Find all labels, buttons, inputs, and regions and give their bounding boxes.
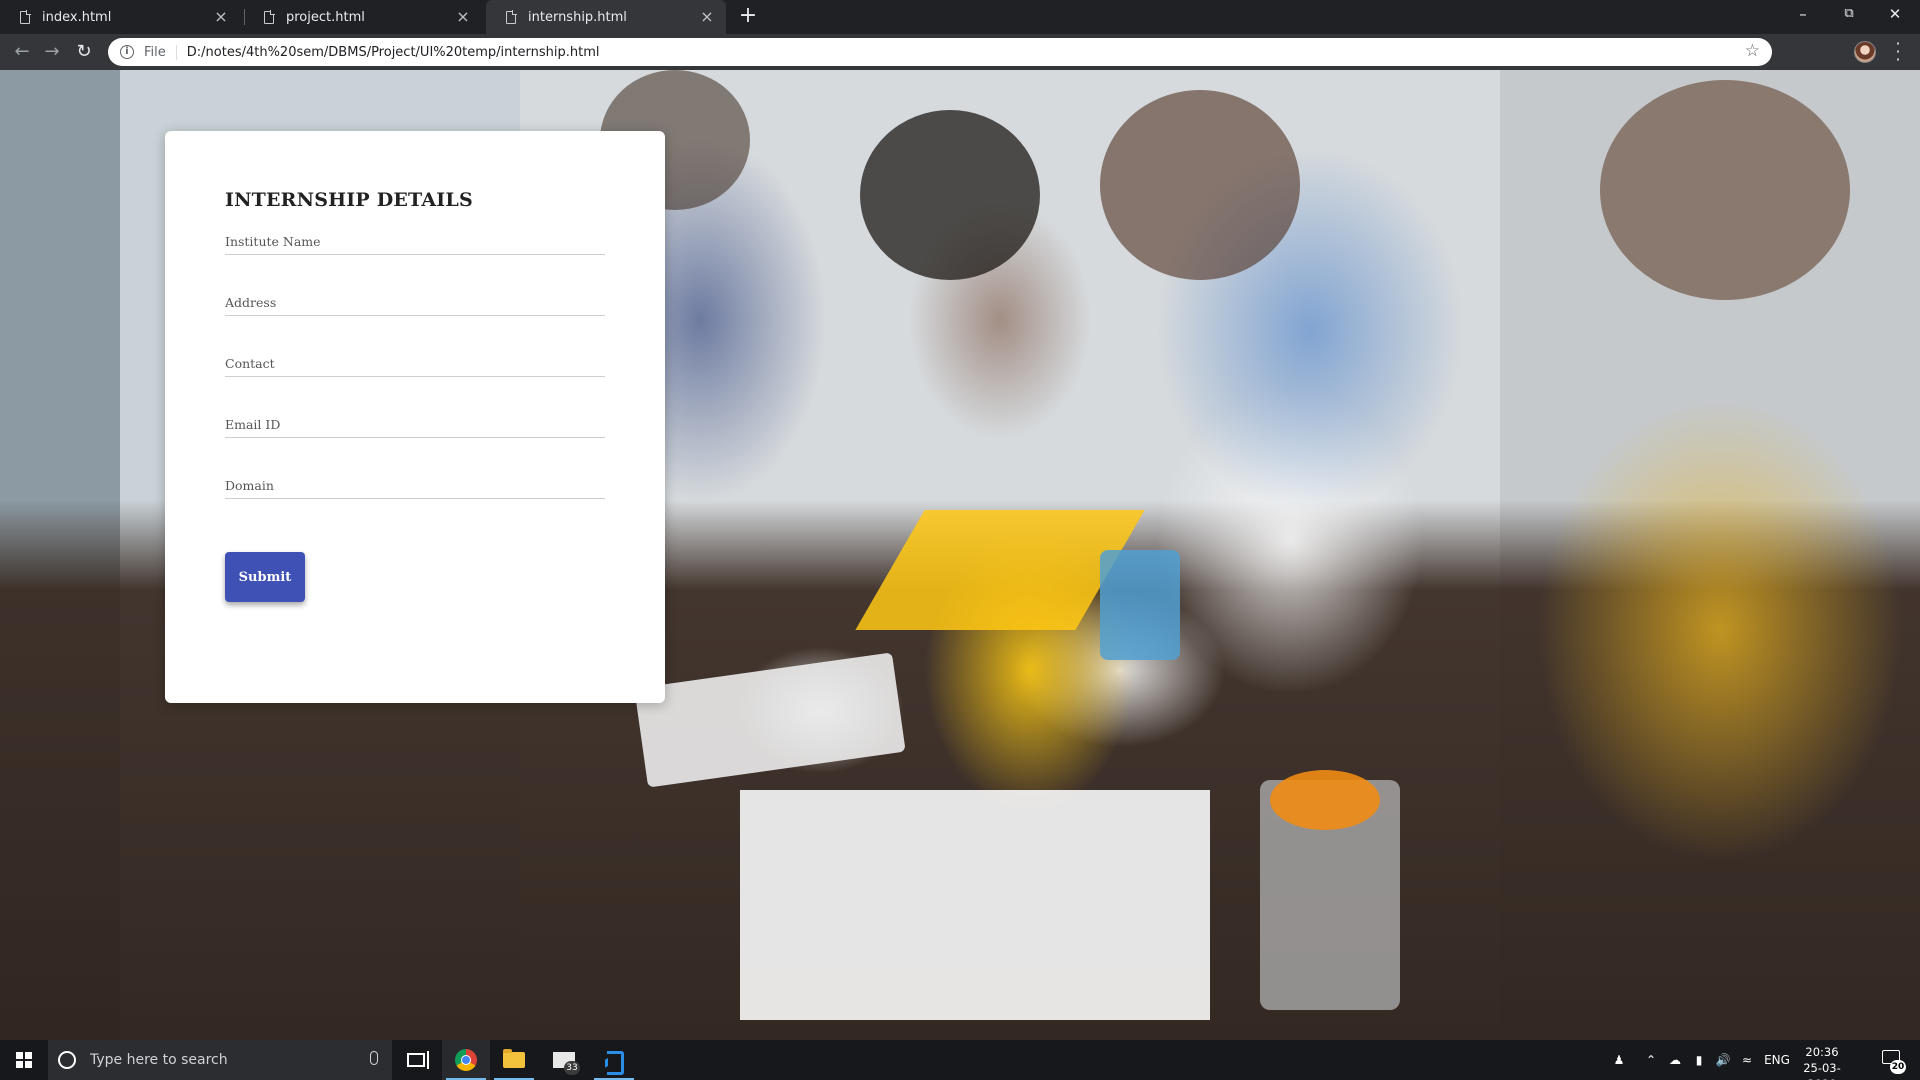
form-title: INTERNSHIP DETAILS xyxy=(225,189,473,211)
document-icon xyxy=(506,9,517,24)
internship-form-card: INTERNSHIP DETAILS Submit xyxy=(165,131,665,703)
clock-time: 20:36 xyxy=(1805,1045,1839,1059)
submit-button[interactable]: Submit xyxy=(225,552,305,602)
taskbar-vscode[interactable] xyxy=(590,1040,638,1080)
cortana-icon xyxy=(58,1051,76,1069)
page-viewport: INTERNSHIP DETAILS Submit xyxy=(0,70,1920,1040)
domain-input[interactable] xyxy=(225,469,605,498)
bookmark-star-icon[interactable]: ☆ xyxy=(1745,41,1760,61)
contact-input[interactable] xyxy=(225,347,605,376)
clock-date: 25-03-2019 xyxy=(1803,1061,1841,1080)
task-view-button[interactable] xyxy=(392,1040,440,1080)
address-scheme: File xyxy=(144,44,177,60)
wifi-icon[interactable]: ≈ xyxy=(1736,1040,1758,1080)
minimize-button[interactable]: – xyxy=(1780,0,1826,30)
institute-name-field[interactable] xyxy=(225,225,605,255)
microphone-icon[interactable] xyxy=(370,1051,378,1065)
restore-button[interactable]: ⧉ xyxy=(1826,0,1872,30)
taskbar-file-explorer[interactable] xyxy=(490,1040,538,1080)
taskbar-chrome[interactable] xyxy=(442,1040,490,1080)
background-photo xyxy=(740,790,1210,1020)
volume-icon[interactable]: 🔊 xyxy=(1712,1040,1734,1080)
background-photo xyxy=(1270,770,1380,830)
close-tab-icon[interactable]: × xyxy=(454,8,472,26)
background-photo xyxy=(860,110,1040,280)
taskbar-search[interactable]: Type here to search xyxy=(48,1040,392,1080)
background-photo xyxy=(1100,90,1300,280)
reload-icon[interactable]: ↻ xyxy=(72,40,96,64)
start-button[interactable] xyxy=(0,1040,48,1080)
browser-toolbar: ← → ↻ i File D:/notes/4th%20sem/DBMS/Pro… xyxy=(0,34,1920,70)
address-url[interactable]: D:/notes/4th%20sem/DBMS/Project/UI%20tem… xyxy=(187,45,600,60)
tab-title: index.html xyxy=(42,9,112,25)
tab-title: project.html xyxy=(286,9,365,25)
background-photo xyxy=(1100,550,1180,660)
document-icon xyxy=(20,9,31,24)
notification-count: 20 xyxy=(1890,1060,1906,1074)
task-view-icon xyxy=(407,1051,429,1069)
institute-name-input[interactable] xyxy=(225,225,605,254)
close-tab-icon[interactable]: × xyxy=(212,8,230,26)
show-hidden-icons-chevron-icon[interactable]: ⌃ xyxy=(1640,1040,1662,1080)
windows-logo-icon xyxy=(16,1052,32,1068)
domain-field[interactable] xyxy=(225,469,605,499)
tab-project[interactable]: project.html × xyxy=(244,0,482,34)
forward-arrow-icon[interactable]: → xyxy=(40,40,64,64)
profile-avatar[interactable] xyxy=(1854,41,1876,63)
background-photo xyxy=(634,652,906,788)
close-tab-icon[interactable]: × xyxy=(698,8,716,26)
onedrive-cloud-icon[interactable]: ☁ xyxy=(1664,1040,1686,1080)
address-bar[interactable]: i File D:/notes/4th%20sem/DBMS/Project/U… xyxy=(108,38,1772,66)
contact-field[interactable] xyxy=(225,347,605,377)
background-photo xyxy=(1600,80,1850,300)
chrome-icon xyxy=(455,1049,477,1071)
action-center-button[interactable]: 20 xyxy=(1880,1048,1906,1074)
email-field[interactable] xyxy=(225,408,605,438)
search-placeholder: Type here to search xyxy=(90,1052,228,1068)
new-tab-button[interactable]: + xyxy=(736,5,760,29)
tab-internship[interactable]: internship.html × xyxy=(486,0,726,34)
windows-taskbar: Type here to search 33 ♟ ⌃ ☁ ▮ 🔊 ≈ ENG 2… xyxy=(0,1040,1920,1080)
taskbar-mail[interactable]: 33 xyxy=(540,1040,588,1080)
menu-dots-icon[interactable]: · · · xyxy=(1892,36,1904,68)
mail-badge: 33 xyxy=(564,1061,580,1075)
document-icon xyxy=(264,9,275,24)
vscode-icon xyxy=(603,1049,625,1075)
language-indicator[interactable]: ENG xyxy=(1762,1040,1792,1080)
system-clock[interactable]: 20:36 25-03-2019 xyxy=(1792,1044,1852,1080)
close-window-button[interactable]: ✕ xyxy=(1872,0,1918,30)
tab-index[interactable]: index.html × xyxy=(0,0,240,34)
address-input[interactable] xyxy=(225,286,605,315)
browser-tab-strip: index.html × project.html × internship.h… xyxy=(0,0,1920,34)
info-icon[interactable]: i xyxy=(120,45,134,59)
address-field[interactable] xyxy=(225,286,605,316)
battery-icon[interactable]: ▮ xyxy=(1688,1040,1710,1080)
file-explorer-icon xyxy=(503,1049,525,1068)
back-arrow-icon[interactable]: ← xyxy=(10,40,34,64)
tab-title: internship.html xyxy=(528,9,627,25)
email-input[interactable] xyxy=(225,408,605,437)
people-icon[interactable]: ♟ xyxy=(1604,1040,1634,1080)
